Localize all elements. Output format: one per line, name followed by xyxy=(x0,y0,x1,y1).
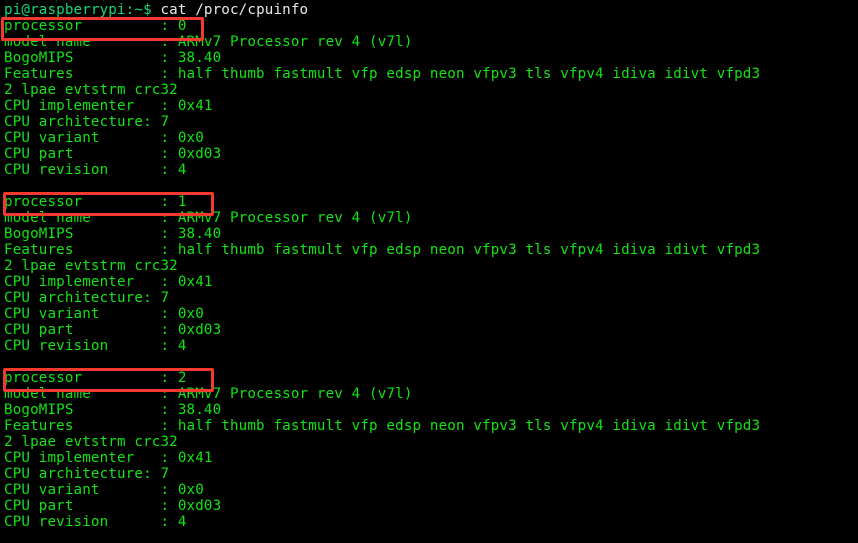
terminal-line: Features : half thumb fastmult vfp edsp … xyxy=(4,418,761,434)
prompt-line: pi@raspberrypi:~$ cat /proc/cpuinfo xyxy=(4,2,308,18)
terminal-line: CPU variant : 0x0 xyxy=(4,482,204,498)
terminal-line: model name : ARMv7 Processor rev 4 (v7l) xyxy=(4,386,413,402)
terminal-line: CPU variant : 0x0 xyxy=(4,130,204,146)
terminal-line: processor : 0 xyxy=(4,18,187,34)
terminal-line: CPU revision : 4 xyxy=(4,162,187,178)
terminal-line: CPU part : 0xd03 xyxy=(4,146,222,162)
terminal-line: CPU implementer : 0x41 xyxy=(4,98,213,114)
terminal-line: CPU part : 0xd03 xyxy=(4,498,222,514)
terminal-line: BogoMIPS : 38.40 xyxy=(4,226,222,242)
terminal-line: 2 lpae evtstrm crc32 xyxy=(4,258,178,274)
terminal-line: BogoMIPS : 38.40 xyxy=(4,50,222,66)
terminal-line: CPU architecture: 7 xyxy=(4,290,170,306)
terminal-line: CPU revision : 4 xyxy=(4,338,187,354)
terminal-line: 2 lpae evtstrm crc32 xyxy=(4,434,178,450)
terminal-line: Features : half thumb fastmult vfp edsp … xyxy=(4,242,761,258)
terminal-line: CPU implementer : 0x41 xyxy=(4,450,213,466)
terminal-line: CPU revision : 4 xyxy=(4,514,187,530)
terminal-line: processor : 1 xyxy=(4,194,187,210)
terminal-line: CPU part : 0xd03 xyxy=(4,322,222,338)
terminal-line: 2 lpae evtstrm crc32 xyxy=(4,82,178,98)
terminal-line: CPU implementer : 0x41 xyxy=(4,274,213,290)
terminal-line: processor : 2 xyxy=(4,370,187,386)
terminal-line: BogoMIPS : 38.40 xyxy=(4,402,222,418)
terminal-window[interactable]: /proc/cpuinfo pi@raspberrypi:~$ cat /pro… xyxy=(0,0,858,543)
terminal-line: CPU architecture: 7 xyxy=(4,466,170,482)
terminal-line: Features : half thumb fastmult vfp edsp … xyxy=(4,66,761,82)
shell-prompt: pi@raspberrypi:~$ xyxy=(4,2,152,18)
terminal-line: model name : ARMv7 Processor rev 4 (v7l) xyxy=(4,34,413,50)
terminal-line: CPU architecture: 7 xyxy=(4,114,170,130)
terminal-line: CPU variant : 0x0 xyxy=(4,306,204,322)
shell-command: cat /proc/cpuinfo xyxy=(151,2,309,18)
terminal-line: model name : ARMv7 Processor rev 4 (v7l) xyxy=(4,210,413,226)
